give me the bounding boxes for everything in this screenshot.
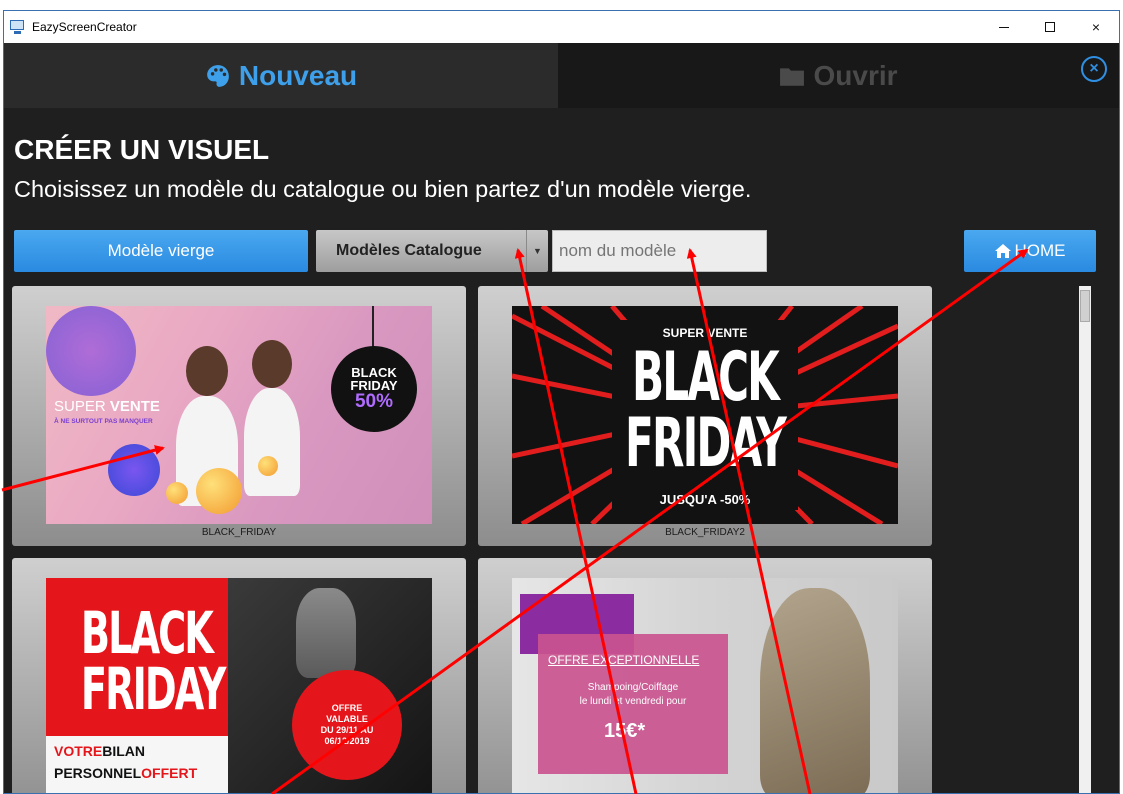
close-panel-button[interactable]: × bbox=[1081, 56, 1107, 82]
friday-text: FRIDAY bbox=[625, 404, 787, 483]
template-thumbnail[interactable]: BLACK FRIDAY 50% SUPER VENTE À NE SURTOU… bbox=[46, 306, 432, 524]
black-text: BLACK bbox=[80, 599, 214, 667]
sale-text: SUPER VENTE bbox=[54, 398, 160, 415]
catalog-grid: BLACK FRIDAY 50% SUPER VENTE À NE SURTOU… bbox=[12, 286, 1082, 793]
window-title: EazyScreenCreator bbox=[32, 20, 137, 34]
maximize-icon bbox=[1045, 22, 1055, 32]
folder-icon bbox=[779, 65, 805, 87]
template-thumbnail[interactable]: BLACK FRIDAY VOTREBILAN PERSONNELOFFERT … bbox=[46, 578, 432, 793]
sale-text-light: SUPER bbox=[54, 398, 110, 415]
maximize-button[interactable] bbox=[1027, 11, 1073, 43]
catalog-card-offre[interactable]: OFFRE EXCEPTIONNELLE Shampoing/Coiffage … bbox=[478, 558, 932, 793]
close-circle-icon: × bbox=[1089, 60, 1099, 77]
minimize-button[interactable] bbox=[981, 11, 1027, 43]
app-monitor-icon bbox=[10, 19, 26, 35]
offer-line: Shampoing/Coiffage bbox=[587, 682, 679, 693]
tab-nouveau[interactable]: Nouveau bbox=[4, 43, 558, 108]
window-controls: × bbox=[981, 11, 1119, 43]
bilan-line: VOTREBILAN bbox=[54, 743, 145, 759]
offer-text: DU 29/11 AU bbox=[320, 725, 374, 735]
badge-percent: 50% bbox=[354, 391, 394, 412]
model-name-search-input[interactable] bbox=[552, 230, 767, 272]
close-window-button[interactable]: × bbox=[1073, 11, 1119, 43]
tab-ouvrir[interactable]: Ouvrir bbox=[558, 43, 1119, 108]
offer-text: VALABLE bbox=[326, 714, 368, 724]
home-button[interactable]: HOME bbox=[964, 230, 1096, 272]
tab-bar: Nouveau Ouvrir × bbox=[4, 43, 1119, 108]
catalog-card-black-friday2[interactable]: SUPER VENTE BLACK FRIDAY JUSQU'A -50% BL… bbox=[478, 286, 932, 546]
title-bar: EazyScreenCreator × bbox=[4, 11, 1119, 43]
catalog-dropdown-label: Modèles Catalogue bbox=[336, 242, 482, 259]
offer-title: OFFRE EXCEPTIONNELLE bbox=[548, 653, 700, 667]
minimize-icon bbox=[999, 26, 1009, 28]
palette-icon bbox=[205, 63, 231, 89]
offert-text: PERSONNEL bbox=[54, 765, 142, 781]
offer-line: le lundi et vendredi pour bbox=[579, 696, 687, 707]
black-text: BLACK bbox=[632, 338, 780, 417]
catalog-card-bilan[interactable]: BLACK FRIDAY VOTREBILAN PERSONNELOFFERT … bbox=[12, 558, 466, 793]
catalog-card-black-friday[interactable]: BLACK FRIDAY 50% SUPER VENTE À NE SURTOU… bbox=[12, 286, 466, 546]
tab-nouveau-label: Nouveau bbox=[238, 59, 358, 91]
offer-text: OFFRE bbox=[331, 703, 363, 713]
app-window: EazyScreenCreator × Nouveau Ouvrir × CRÉ… bbox=[3, 10, 1120, 794]
home-icon bbox=[994, 244, 1011, 258]
offert-line: PERSONNELOFFERT bbox=[54, 765, 197, 781]
card-caption: BLACK_FRIDAY bbox=[201, 527, 277, 538]
tab-ouvrir-label: Ouvrir bbox=[813, 59, 898, 91]
vertical-scrollbar[interactable] bbox=[1079, 286, 1091, 793]
close-icon: × bbox=[1091, 19, 1101, 35]
offert-text: OFFERT bbox=[141, 765, 198, 781]
main-panel: CRÉER UN VISUEL Choisissez un modèle du … bbox=[4, 108, 1119, 793]
offer-circle: OFFRE VALABLE DU 29/11 AU 06/12/2019 bbox=[292, 670, 402, 780]
sale-subtext: À NE SURTOUT PAS MANQUER bbox=[54, 418, 153, 425]
bilan-text: VOTRE bbox=[54, 743, 103, 759]
catalog-models-dropdown[interactable]: Modèles Catalogue ▼ bbox=[316, 230, 548, 272]
template-thumbnail[interactable]: OFFRE EXCEPTIONNELLE Shampoing/Coiffage … bbox=[512, 578, 898, 793]
blank-model-button[interactable]: Modèle vierge bbox=[14, 230, 308, 272]
chevron-down-icon[interactable]: ▼ bbox=[526, 230, 548, 272]
friday-text: FRIDAY bbox=[80, 655, 226, 723]
home-button-label: HOME bbox=[1014, 241, 1066, 260]
offer-price: 15€* bbox=[604, 720, 646, 742]
offer-text: 06/12/2019 bbox=[324, 736, 370, 746]
discount-text: JUSQU'A -50% bbox=[659, 492, 751, 507]
sale-text-bold: VENTE bbox=[109, 398, 160, 415]
template-thumbnail[interactable]: SUPER VENTE BLACK FRIDAY JUSQU'A -50% bbox=[512, 306, 898, 524]
card-caption: BLACK_FRIDAY2 bbox=[665, 527, 745, 538]
page-title: CRÉER UN VISUEL bbox=[14, 134, 270, 165]
black-friday-badge: BLACK FRIDAY 50% bbox=[331, 346, 417, 432]
bilan-text: BILAN bbox=[102, 743, 146, 759]
page-subtitle: Choisissez un modèle du catalogue ou bie… bbox=[14, 176, 752, 202]
scrollbar-thumb[interactable] bbox=[1080, 290, 1090, 322]
